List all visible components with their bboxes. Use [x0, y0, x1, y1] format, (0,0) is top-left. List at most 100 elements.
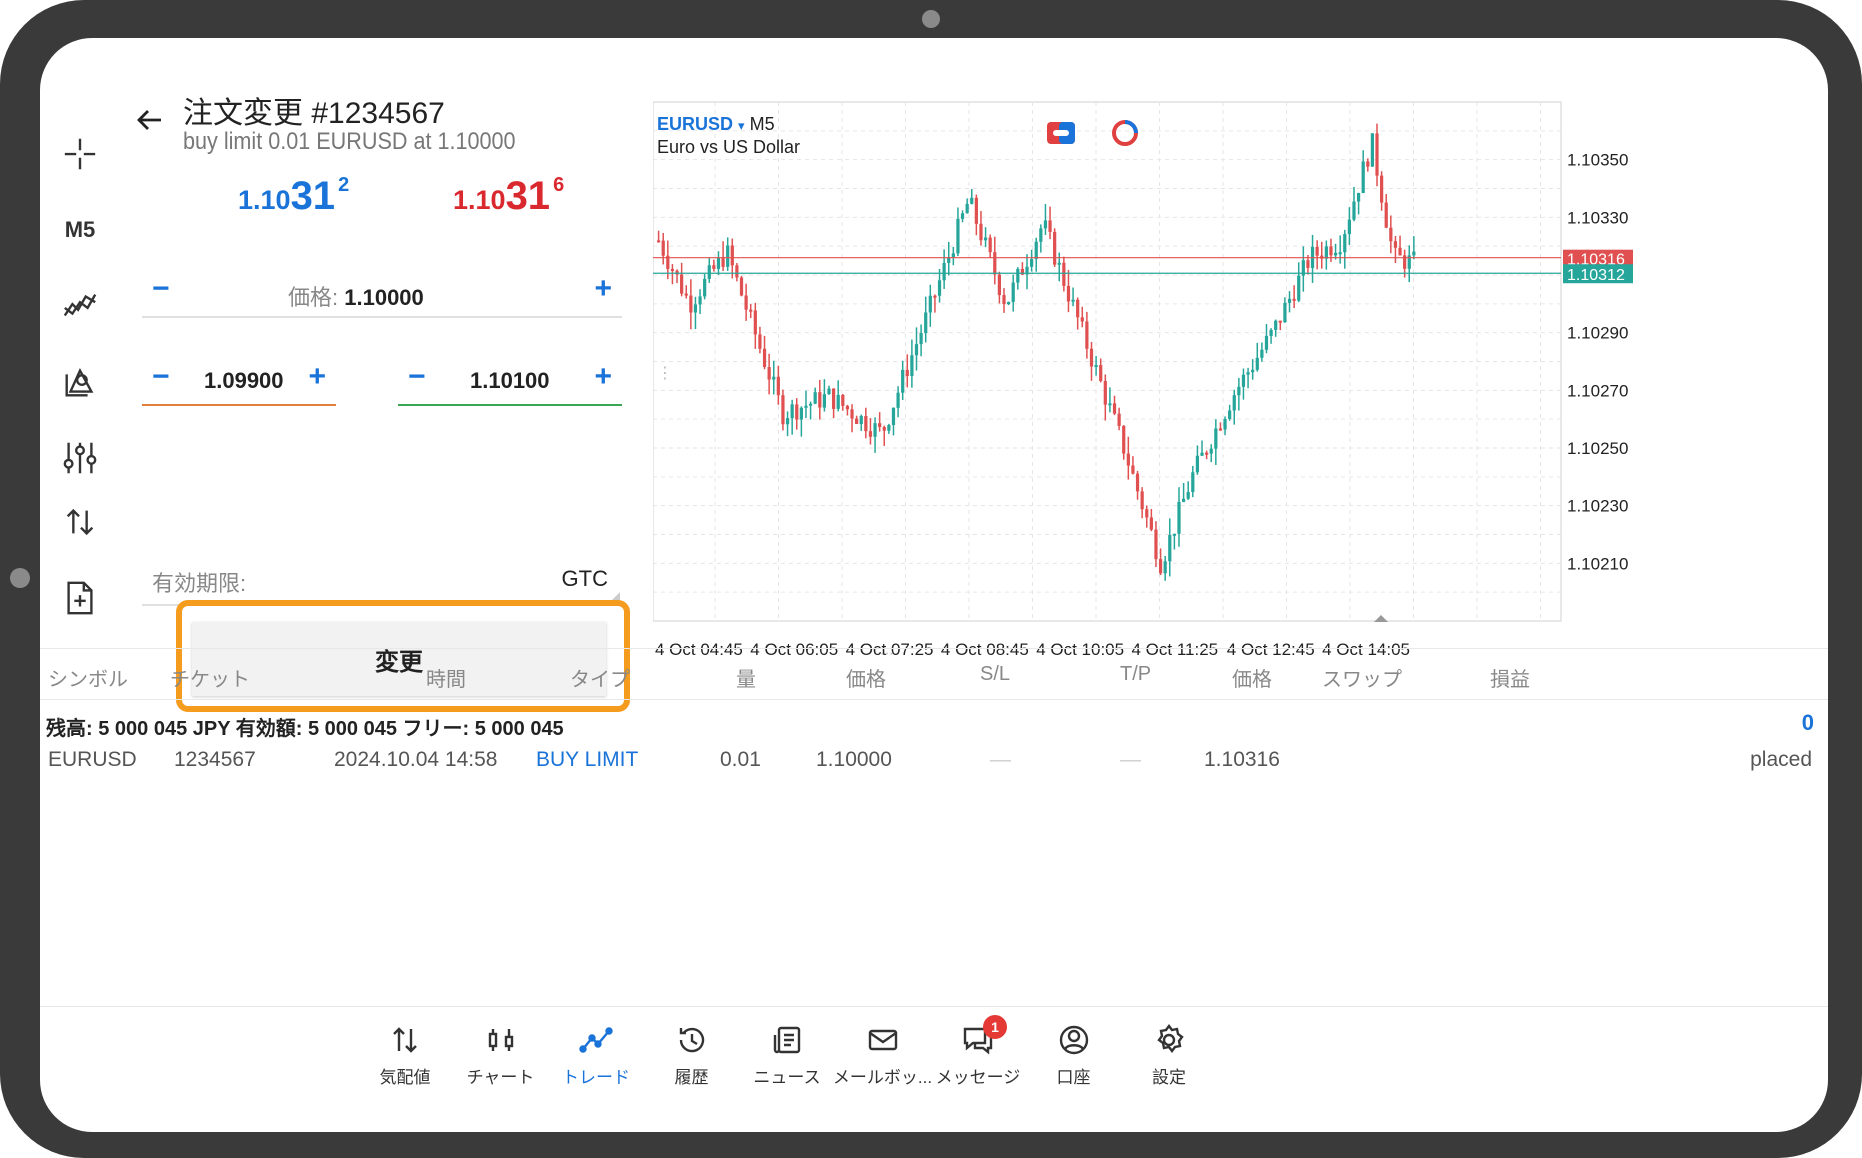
- candle-body: [1315, 246, 1319, 256]
- candle-body: [1269, 329, 1273, 336]
- candle-body: [970, 197, 974, 204]
- candle-body: [1135, 473, 1140, 492]
- candle-body: [693, 304, 698, 313]
- candle-body: [744, 295, 748, 310]
- price-field[interactable]: − 価格: 1.10000 +: [142, 268, 622, 318]
- column-header[interactable]: チケット: [170, 663, 250, 692]
- order-subtitle: buy limit 0.01 EURUSD at 1.10000: [183, 128, 516, 155]
- candle-body: [993, 252, 997, 275]
- y-tick-label: 1.10210: [1567, 554, 1628, 573]
- candle-body: [1251, 369, 1255, 373]
- candle-body: [753, 310, 757, 335]
- nav-item-chart[interactable]: チャート: [446, 1023, 556, 1088]
- column-header[interactable]: 量: [736, 663, 756, 692]
- price-minus-button[interactable]: −: [152, 272, 170, 306]
- price-plus-button[interactable]: +: [594, 272, 612, 306]
- sl-plus-button[interactable]: +: [308, 360, 326, 394]
- candle-body: [914, 344, 919, 356]
- news-icon: [773, 1026, 801, 1054]
- column-header[interactable]: 損益: [1490, 663, 1530, 692]
- candle-body: [827, 388, 831, 395]
- one-click-trade-icon: [1053, 130, 1069, 136]
- settings-sliders-icon[interactable]: [54, 432, 106, 484]
- nav-label: 設定: [1152, 1068, 1186, 1087]
- back-arrow-icon[interactable]: [128, 98, 172, 142]
- candle-body: [1099, 365, 1103, 381]
- candle-body: [1205, 452, 1209, 455]
- candle-body: [1089, 348, 1094, 367]
- nav-item-quotes[interactable]: 気配値: [350, 1023, 460, 1088]
- nav-item-message[interactable]: メッセージ 1: [923, 1015, 1033, 1088]
- column-header[interactable]: S/L: [980, 663, 1010, 686]
- candle-body: [703, 278, 707, 297]
- candle-body: [675, 270, 679, 275]
- candle-body: [1043, 220, 1048, 229]
- expiry-select[interactable]: 有効期限: GTC: [142, 554, 622, 606]
- chevron-down-icon[interactable]: ▾: [738, 118, 745, 133]
- objects-icon[interactable]: [54, 356, 106, 408]
- candle-body: [1343, 234, 1347, 253]
- camera-dot: [922, 10, 940, 28]
- sl-field[interactable]: − 1.09900 +: [142, 356, 336, 406]
- column-header[interactable]: スワップ: [1322, 663, 1402, 692]
- candle-body: [1034, 241, 1038, 260]
- candle-body: [1053, 231, 1057, 265]
- candle-body: [928, 295, 932, 313]
- candle-body: [1039, 228, 1043, 242]
- nav-item-history[interactable]: 履歴: [637, 1023, 747, 1088]
- candle-body: [1006, 302, 1011, 305]
- candle-body: [1260, 349, 1264, 358]
- candle-body: [1140, 491, 1144, 510]
- candle-body: [716, 257, 721, 269]
- chart-symbol[interactable]: EURUSD: [657, 114, 733, 134]
- nav-item-account[interactable]: 口座: [1019, 1023, 1129, 1088]
- chart-timeframe: M5: [749, 114, 775, 134]
- column-header[interactable]: タイプ: [570, 663, 630, 692]
- column-header[interactable]: 時間: [426, 663, 466, 692]
- candle-body: [1163, 561, 1167, 574]
- candle-body: [1158, 559, 1163, 574]
- nav-item-news[interactable]: ニュース: [732, 1023, 842, 1088]
- candle-body: [1241, 374, 1246, 387]
- sl-minus-button[interactable]: −: [152, 360, 170, 394]
- nav-item-settings[interactable]: 設定: [1114, 1023, 1224, 1088]
- candle-body: [1352, 201, 1356, 220]
- tp-minus-button[interactable]: −: [408, 360, 426, 394]
- new-order-icon[interactable]: [54, 572, 106, 624]
- column-header[interactable]: 価格: [846, 663, 886, 692]
- trade-arrows-icon[interactable]: [54, 496, 106, 548]
- candle-body: [942, 262, 946, 281]
- candle-body: [1126, 453, 1130, 466]
- candle-body: [1154, 529, 1158, 560]
- candle-body: [1076, 299, 1080, 318]
- nav-label: チャート: [466, 1068, 535, 1087]
- sl-underline: [142, 404, 336, 406]
- candle-body: [657, 240, 661, 243]
- candle-body: [684, 293, 688, 296]
- timeframe-button[interactable]: M5: [54, 204, 106, 256]
- trade-icon: [579, 1027, 613, 1053]
- crosshair-icon[interactable]: [54, 128, 106, 180]
- candle-body: [831, 388, 836, 409]
- candle-body: [887, 425, 891, 431]
- y-tick-label: 1.10250: [1567, 439, 1628, 458]
- notification-badge: 1: [983, 1015, 1007, 1039]
- candle-body: [1062, 262, 1066, 286]
- indicators-icon[interactable]: [54, 280, 106, 332]
- candle-body: [1283, 302, 1287, 323]
- tp-field[interactable]: − 1.10100 +: [398, 356, 622, 406]
- chart-canvas[interactable]: 1.10350 1.10330 1.10290 1.10270 1.10250 1.102…: [653, 66, 1828, 688]
- price-chart[interactable]: 1.10350 1.10330 1.10290 1.10270 1.10250 1.102…: [653, 66, 1828, 688]
- column-header[interactable]: シンボル: [48, 663, 128, 692]
- candle-body: [1066, 285, 1071, 302]
- candle-body: [1264, 335, 1269, 350]
- column-header[interactable]: 価格: [1232, 663, 1272, 692]
- candle-body: [1380, 175, 1384, 203]
- nav-item-trade[interactable]: トレード: [541, 1023, 651, 1088]
- y-tick-label: 1.10350: [1567, 151, 1628, 170]
- column-header[interactable]: T/P: [1120, 663, 1151, 686]
- nav-item-mail[interactable]: メールボッ...: [828, 1023, 938, 1088]
- candle-body: [1218, 428, 1223, 431]
- candle-body: [836, 394, 840, 409]
- tp-plus-button[interactable]: +: [594, 360, 612, 394]
